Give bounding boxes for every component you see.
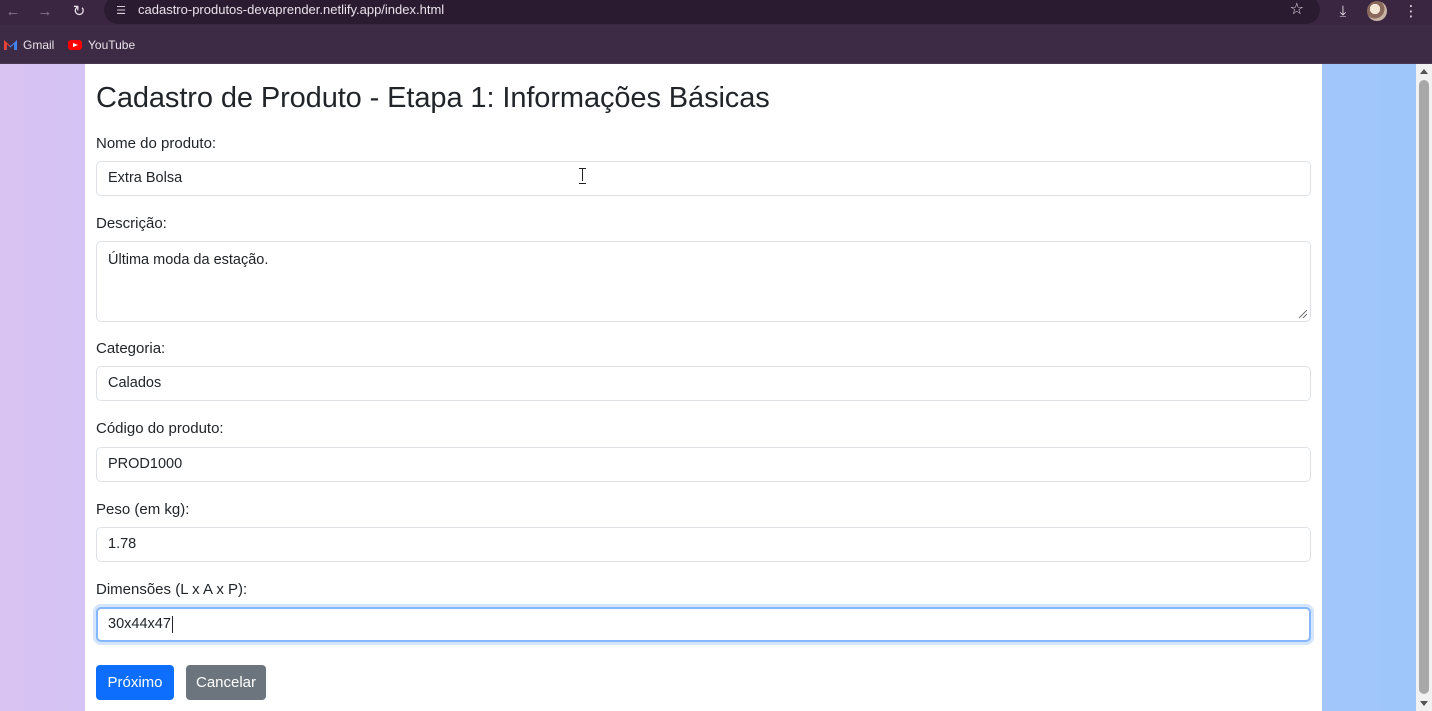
page-viewport: Cadastro de Produto - Etapa 1: Informaçõ… <box>0 64 1416 711</box>
dimensoes-value: 30x44x47 <box>108 616 171 632</box>
reload-icon[interactable]: ↻ <box>68 2 90 22</box>
nome-input[interactable]: Extra Bolsa <box>96 161 1311 196</box>
descricao-textarea[interactable]: Última moda da estação. <box>96 241 1311 322</box>
download-icon[interactable]: ⤓ <box>1332 2 1354 22</box>
bookmarks-bar: Gmail YouTube <box>0 25 1432 64</box>
address-url[interactable]: cadastro-produtos-devaprender.netlify.ap… <box>138 2 444 18</box>
scroll-down-icon[interactable] <box>1420 701 1428 706</box>
dimensoes-input[interactable]: 30x44x47 <box>96 607 1311 642</box>
descricao-value: Última moda da estação. <box>108 252 269 268</box>
text-cursor-icon <box>579 168 586 184</box>
bookmark-label: YouTube <box>88 38 136 52</box>
address-bar[interactable]: ☰ cadastro-produtos-devaprender.netlify.… <box>104 0 1320 24</box>
text-caret <box>171 615 173 633</box>
descricao-label: Descrição: <box>96 215 167 232</box>
page-title: Cadastro de Produto - Etapa 1: Informaçõ… <box>96 82 770 114</box>
next-button[interactable]: Próximo <box>96 665 174 700</box>
gmail-icon <box>4 40 17 50</box>
back-arrow-icon[interactable]: ← <box>2 2 24 22</box>
nome-label: Nome do produto: <box>96 135 217 152</box>
dimensoes-label: Dimensões (L x A x P): <box>96 581 248 598</box>
forward-arrow-icon[interactable]: → <box>34 2 56 22</box>
peso-input[interactable]: 1.78 <box>96 527 1311 562</box>
form-container: Cadastro de Produto - Etapa 1: Informaçõ… <box>85 64 1322 711</box>
scroll-up-icon[interactable] <box>1420 69 1428 74</box>
codigo-input[interactable]: PROD1000 <box>96 447 1311 482</box>
categoria-label: Categoria: <box>96 340 166 357</box>
bookmark-youtube[interactable]: YouTube <box>68 38 135 52</box>
scroll-thumb[interactable] <box>1419 80 1429 694</box>
cancel-button[interactable]: Cancelar <box>186 665 266 700</box>
star-icon[interactable]: ☆ <box>1290 1 1304 19</box>
codigo-label: Código do produto: <box>96 420 224 437</box>
categoria-input[interactable]: Calados <box>96 366 1311 401</box>
bookmark-gmail[interactable]: Gmail <box>4 38 54 52</box>
peso-label: Peso (em kg): <box>96 501 190 518</box>
bookmark-label: Gmail <box>23 38 55 52</box>
browser-toolbar: ← → ↻ ☰ cadastro-produtos-devaprender.ne… <box>0 0 1432 25</box>
scrollbar[interactable] <box>1416 64 1432 711</box>
avatar[interactable] <box>1367 1 1387 21</box>
kebab-menu-icon[interactable]: ⋮ <box>1400 2 1422 22</box>
tune-icon[interactable]: ☰ <box>114 4 128 18</box>
resize-grip-icon[interactable] <box>1299 310 1307 318</box>
youtube-icon <box>68 40 82 50</box>
